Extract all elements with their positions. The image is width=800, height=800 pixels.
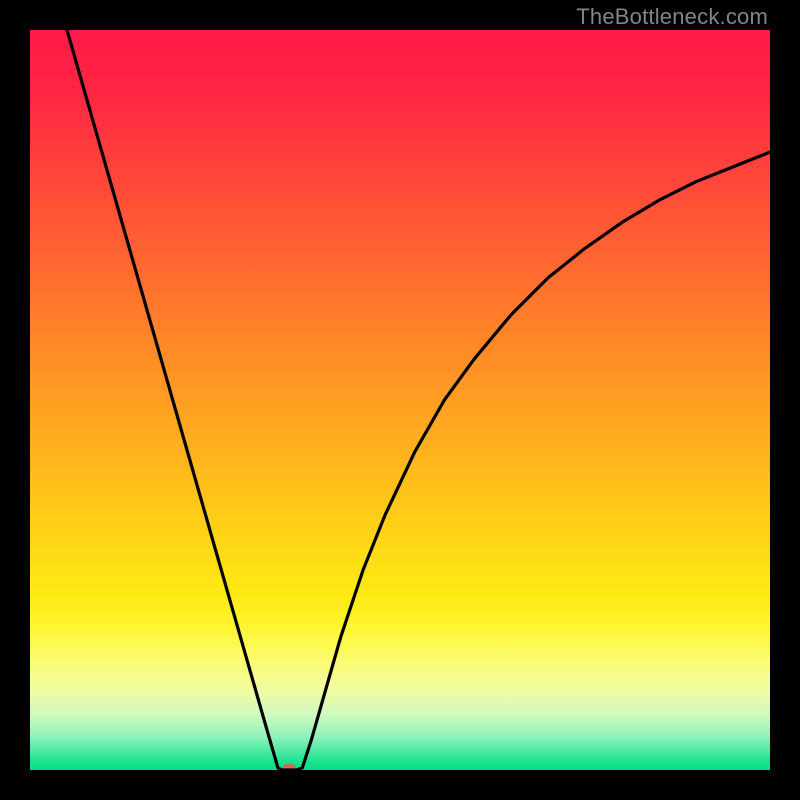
chart-background xyxy=(30,30,770,770)
chart-frame xyxy=(30,30,770,770)
watermark-text: TheBottleneck.com xyxy=(576,4,768,30)
chart-svg xyxy=(30,30,770,770)
